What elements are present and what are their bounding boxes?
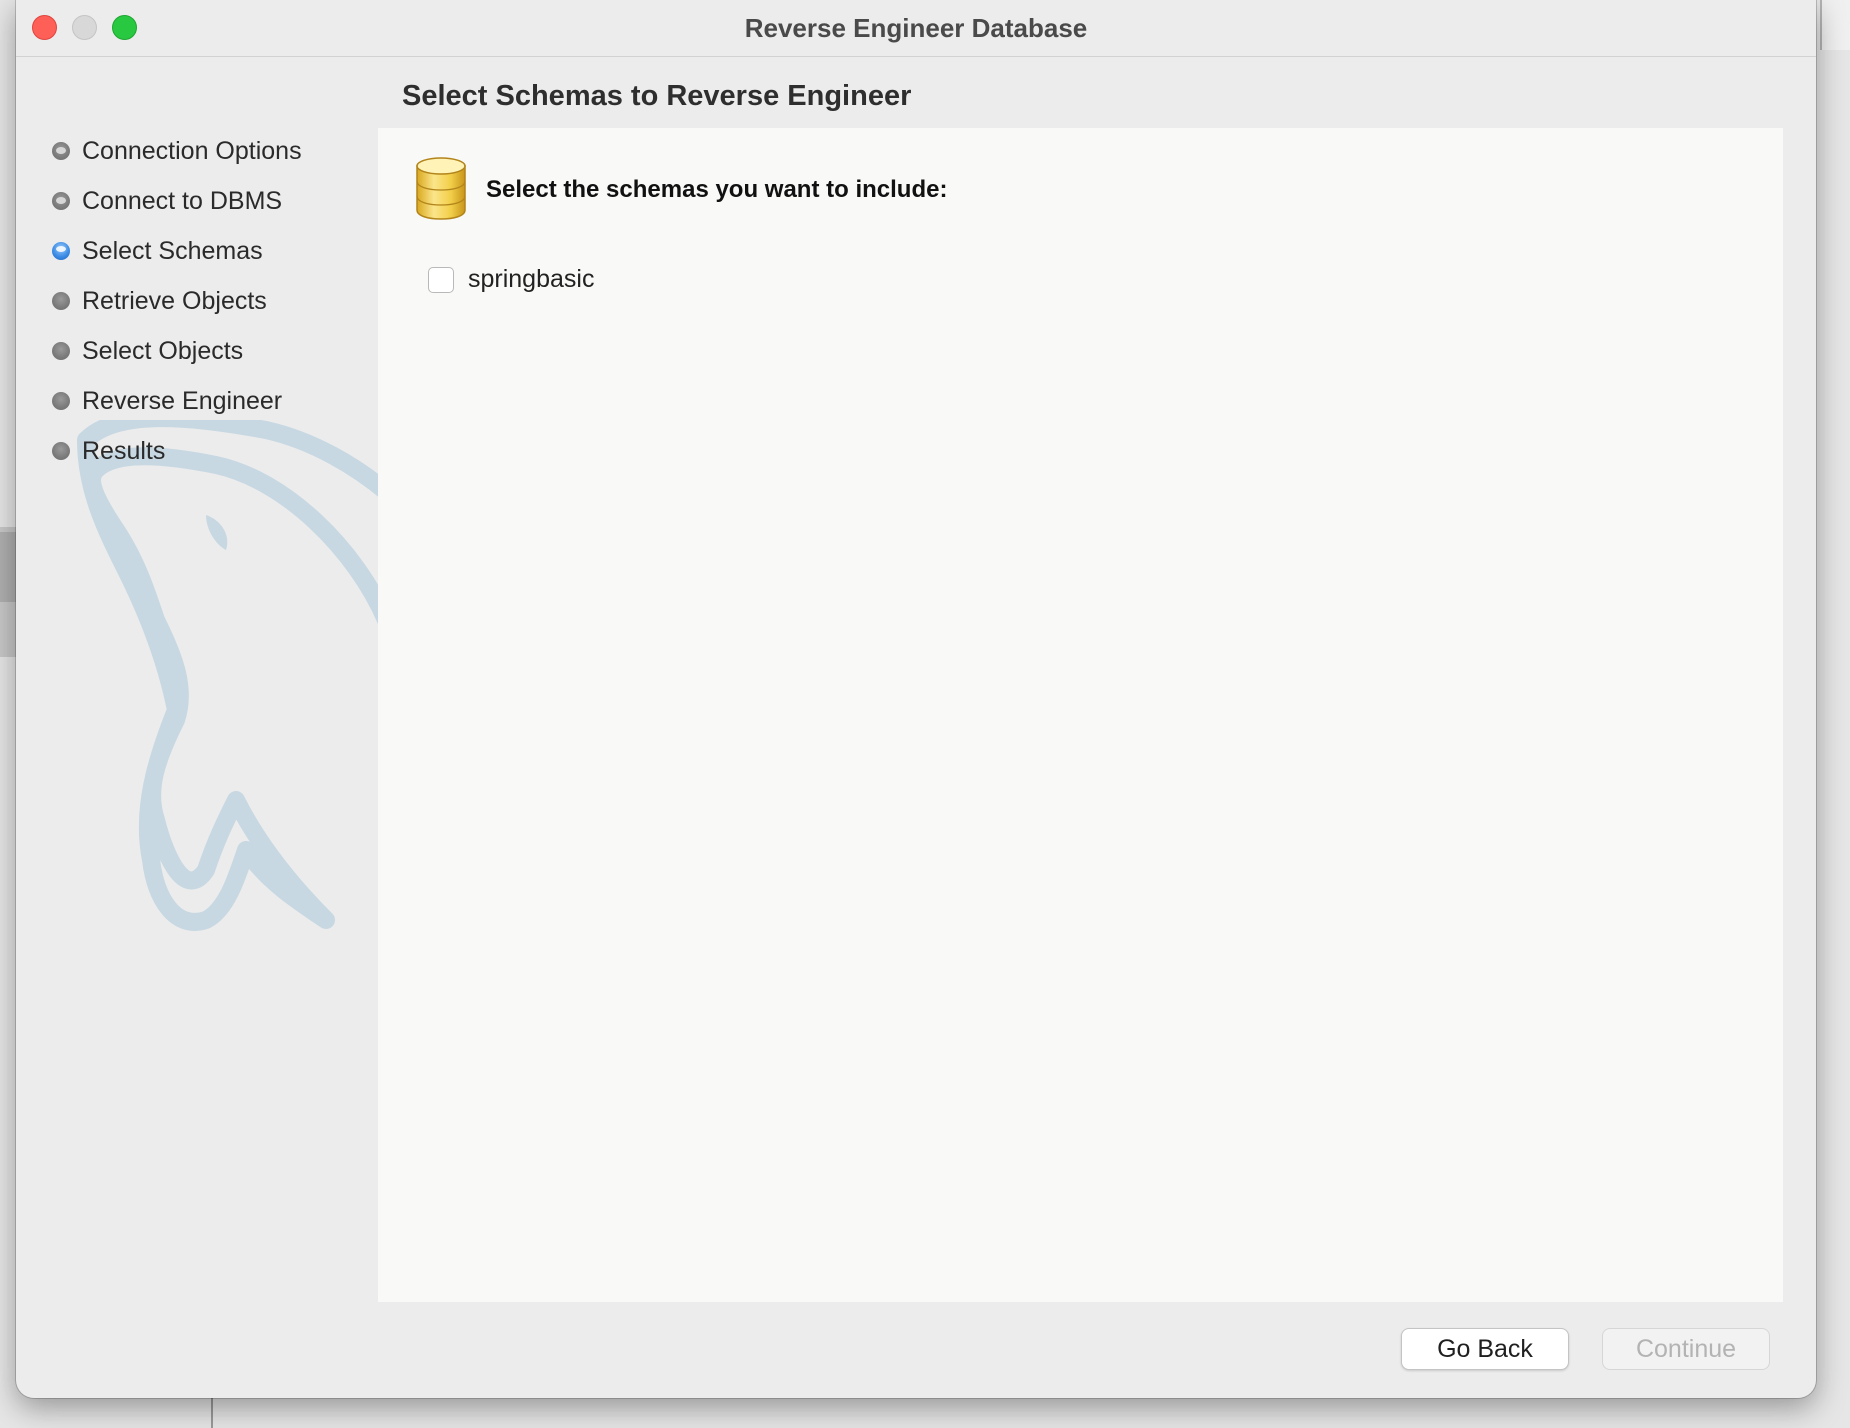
- step-label: Select Schemas: [82, 236, 263, 265]
- step-completed-icon: [52, 142, 70, 160]
- step-completed-icon: [52, 192, 70, 210]
- step-pending-icon: [52, 442, 70, 460]
- background-window-edge-inner: [0, 532, 16, 602]
- step-results: Results: [52, 426, 302, 476]
- step-label: Select Objects: [82, 336, 244, 365]
- instruction-text: Select the schemas you want to include:: [486, 176, 948, 203]
- background-divider: [211, 1395, 213, 1428]
- step-retrieve-objects: Retrieve Objects: [52, 276, 302, 326]
- reverse-engineer-dialog: Reverse Engineer Database Connection Opt…: [16, 0, 1816, 1398]
- step-pending-icon: [52, 342, 70, 360]
- step-current-icon: [52, 242, 70, 260]
- step-label: Reverse Engineer: [82, 386, 283, 415]
- schema-name: springbasic: [468, 265, 595, 293]
- step-label: Retrieve Objects: [82, 286, 267, 315]
- step-connect-to-dbms: Connect to DBMS: [52, 176, 302, 226]
- background-window-right-edge: [1820, 0, 1850, 50]
- continue-button[interactable]: Continue: [1602, 1328, 1770, 1370]
- go-back-button[interactable]: Go Back: [1401, 1328, 1569, 1370]
- wizard-steps: Connection Options Connect to DBMS Selec…: [52, 126, 302, 476]
- step-label: Connect to DBMS: [82, 186, 283, 215]
- database-icon: [416, 157, 466, 220]
- step-pending-icon: [52, 292, 70, 310]
- step-reverse-engineer: Reverse Engineer: [52, 376, 302, 426]
- schema-checkbox[interactable]: [428, 266, 454, 293]
- page-title: Select Schemas to Reverse Engineer: [402, 80, 912, 112]
- step-label: Connection Options: [82, 136, 302, 165]
- title-bar[interactable]: Reverse Engineer Database: [16, 0, 1816, 57]
- step-pending-icon: [52, 392, 70, 410]
- schema-selection-panel: Select the schemas you want to include: …: [378, 128, 1783, 1302]
- step-label: Results: [82, 436, 166, 465]
- step-select-objects: Select Objects: [52, 326, 302, 376]
- schema-item[interactable]: springbasic: [428, 265, 594, 294]
- step-connection-options: Connection Options: [52, 126, 302, 176]
- step-select-schemas: Select Schemas: [52, 226, 302, 276]
- window-title: Reverse Engineer Database: [744, 13, 1088, 43]
